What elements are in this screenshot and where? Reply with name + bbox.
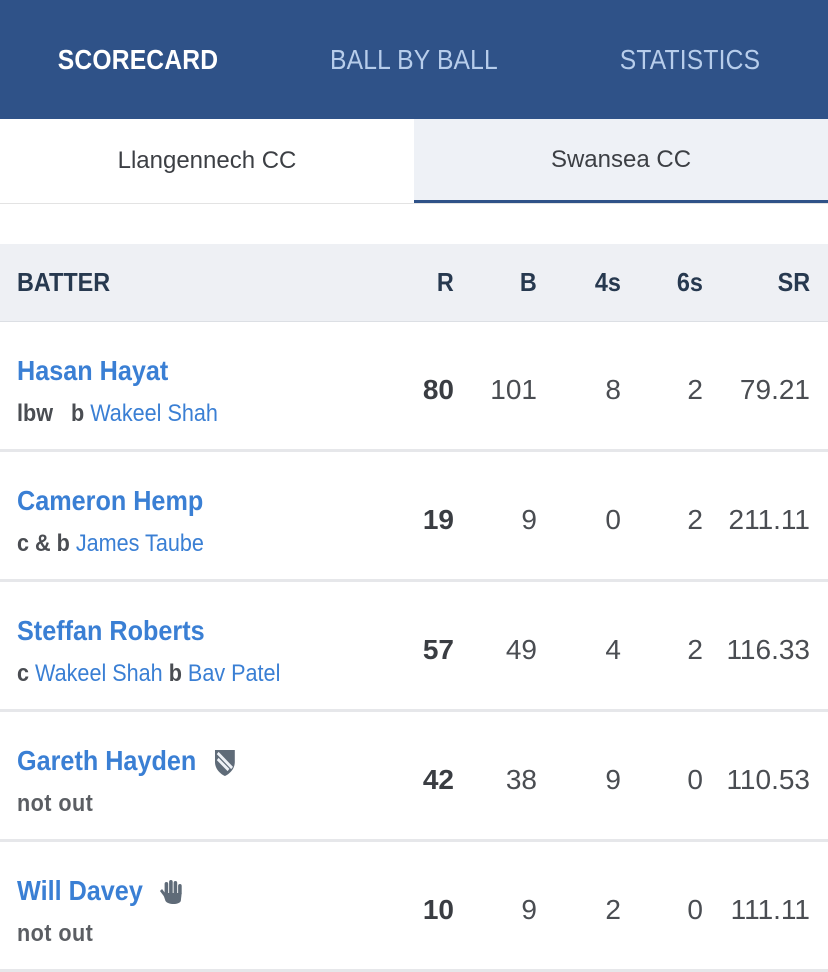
header-runs: R [437, 267, 454, 297]
bowler-link[interactable]: Wakeel Shah [90, 400, 218, 427]
batter-row: Will Davey not out 10 9 2 0 111.11 [0, 842, 828, 972]
strike-rate-value: 79.21 [739, 374, 810, 405]
runs-value: 57 [422, 634, 454, 665]
runs-value: 80 [422, 374, 454, 405]
tab-scorecard[interactable]: SCORECARD [17, 44, 260, 76]
batter-name[interactable]: Hasan Hayat [17, 355, 168, 387]
dismissal-info: c Wakeel Shah b Bav Patel [17, 660, 281, 687]
header-fours: 4s [594, 267, 621, 297]
fielder-link[interactable]: Wakeel Shah [35, 660, 163, 687]
team-tab-swansea[interactable]: Swansea CC [414, 119, 828, 203]
batter-row: Hasan Hayat lbw b Wakeel Shah 80 101 8 2… [0, 322, 828, 452]
team-tab-llangennech[interactable]: Llangennech CC [0, 119, 414, 203]
header-batter: BATTER [17, 267, 111, 297]
sixes-value: 0 [687, 894, 703, 925]
balls-value: 101 [490, 374, 537, 405]
batting-table-header: BATTER R B 4s 6s SR [0, 244, 828, 322]
header-sixes: 6s [676, 267, 703, 297]
captain-shield-icon [212, 747, 237, 776]
batter-row: Steffan Roberts c Wakeel Shah b Bav Pate… [0, 582, 828, 712]
strike-rate-value: 116.33 [726, 634, 810, 665]
sixes-value: 0 [687, 764, 703, 795]
sixes-value: 2 [687, 504, 703, 535]
dismissal-info: not out [17, 920, 94, 947]
runs-value: 42 [422, 764, 454, 795]
fours-value: 0 [605, 504, 621, 535]
dismissal-info: lbw b Wakeel Shah [17, 400, 218, 427]
wicketkeeper-glove-icon [159, 877, 184, 905]
balls-value: 9 [521, 504, 537, 535]
tab-statistics[interactable]: STATISTICS [569, 44, 812, 76]
dismissal-info: not out [17, 790, 94, 817]
strike-rate-value: 111.11 [730, 894, 810, 925]
runs-value: 10 [422, 894, 454, 925]
sixes-value: 2 [687, 374, 703, 405]
bowler-link[interactable]: James Taube [76, 530, 204, 557]
sixes-value: 2 [687, 634, 703, 665]
balls-value: 9 [521, 894, 537, 925]
dismissal-info: c & b James Taube [17, 530, 204, 557]
bowler-link[interactable]: Bav Patel [188, 660, 280, 687]
tab-ball-by-ball[interactable]: BALL BY BALL [293, 44, 536, 76]
header-strike-rate: SR [777, 267, 810, 297]
batter-row: Gareth Hayden not out 42 38 9 0 110.53 [0, 712, 828, 842]
strike-rate-value: 110.53 [726, 764, 810, 795]
balls-value: 49 [505, 634, 537, 665]
balls-value: 38 [505, 764, 537, 795]
fours-value: 9 [605, 764, 621, 795]
batter-name[interactable]: Gareth Hayden [17, 745, 238, 777]
runs-value: 19 [422, 504, 454, 535]
batter-name[interactable]: Cameron Hemp [17, 485, 203, 517]
spacer [0, 204, 828, 244]
batter-row: Cameron Hemp c & b James Taube 19 9 0 2 … [0, 452, 828, 582]
fours-value: 8 [605, 374, 621, 405]
batter-name[interactable]: Will Davey [17, 875, 184, 907]
team-selector: Llangennech CC Swansea CC [0, 119, 828, 204]
batter-name[interactable]: Steffan Roberts [17, 615, 205, 647]
fours-value: 4 [605, 634, 621, 665]
header-balls: B [520, 267, 537, 297]
fours-value: 2 [605, 894, 621, 925]
strike-rate-value: 211.11 [728, 504, 810, 535]
top-nav: SCORECARD BALL BY BALL STATISTICS [0, 0, 828, 119]
